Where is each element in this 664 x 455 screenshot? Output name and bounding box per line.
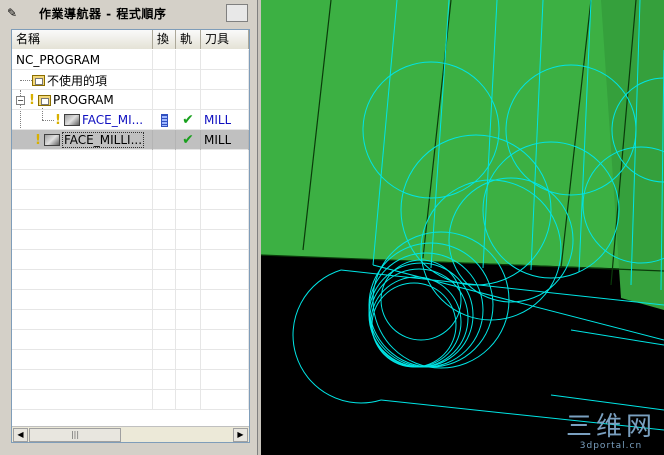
warning-icon: ! [35,132,41,148]
empty-row [12,270,249,290]
tree-header: 名稱 換 軌 刀具 [12,30,249,49]
tree-row[interactable]: 不使用的項 [12,70,249,90]
empty-row [12,230,249,250]
path-status-check-icon: ✔ [182,112,194,128]
tree-row[interactable]: ! FACE_MI... ✔ MILL [12,110,249,130]
watermark-url: 3dportal.cn [579,441,643,451]
empty-row [12,250,249,270]
graphics-viewport[interactable]: 三维网 3dportal.cn [261,0,664,455]
path-status-check-icon: ✔ [182,132,194,148]
empty-row [12,290,249,310]
scroll-left-icon[interactable]: ◀ [13,428,28,442]
row-tool: MILL [204,133,232,147]
tool-change-icon [160,113,168,127]
tree-row[interactable]: NC_PROGRAM [12,50,249,70]
empty-row [12,330,249,350]
row-tool: MILL [204,113,232,127]
row-name: PROGRAM [53,93,114,107]
face-mill-operation-icon [64,114,80,126]
navigator-title: 作業導航器 - 程式順序 [39,6,167,21]
navigator-pin-icon[interactable]: ✎ [3,4,21,22]
empty-row [12,390,249,410]
watermark-logo-text: 三维网 [565,412,656,442]
column-header-swap[interactable]: 換 [153,30,176,49]
face-mill-operation-icon [44,134,60,146]
empty-row [12,370,249,390]
row-name: FACE_MILLI... [62,132,145,148]
column-header-path[interactable]: 軌 [176,30,201,49]
warning-icon: ! [29,92,35,108]
empty-row [12,190,249,210]
operation-tree: 名稱 換 軌 刀具 NC_PROGRAM 不使用的項 − ! PROGRAM !… [11,29,250,443]
empty-row [12,350,249,370]
scroll-right-icon[interactable]: ▶ [233,428,248,442]
watermark: 三维网 3dportal.cn [566,413,656,451]
empty-row [12,170,249,190]
horizontal-scrollbar[interactable]: ◀ ||| ▶ [12,426,249,442]
warning-icon: ! [55,112,61,128]
column-header-tool[interactable]: 刀具 [201,30,249,49]
empty-row [12,310,249,330]
empty-row [12,150,249,170]
navigator-titlebar: ✎ 作業導航器 - 程式順序 [3,2,248,24]
empty-row [12,210,249,230]
collapse-icon[interactable]: − [16,95,25,105]
titlebar-control-button[interactable] [226,4,248,22]
unused-folder-icon [32,74,45,86]
part-top-face [261,0,664,270]
program-folder-icon [38,94,51,106]
row-name: FACE_MI... [82,113,144,127]
tree-row[interactable]: − ! PROGRAM [12,90,249,110]
tree-row-selected[interactable]: ! FACE_MILLI... ✔ MILL [12,130,249,150]
row-name: 不使用的項 [47,73,108,88]
toolpath-view [261,0,664,431]
row-name: NC_PROGRAM [16,53,101,67]
operation-navigator-panel: ✎ 作業導航器 - 程式順序 名稱 換 軌 刀具 NC_PROGRAM 不使用的… [0,0,258,455]
column-header-name[interactable]: 名稱 [12,30,153,49]
scroll-thumb[interactable]: ||| [29,428,121,442]
